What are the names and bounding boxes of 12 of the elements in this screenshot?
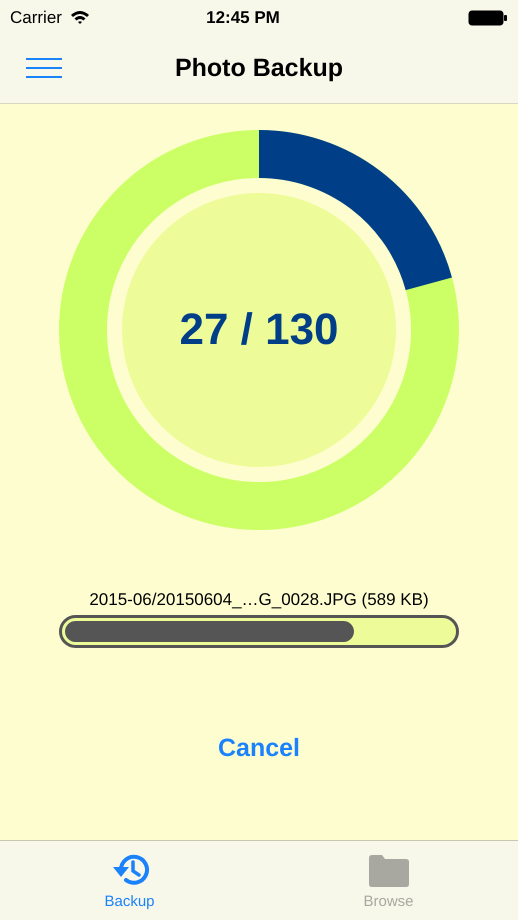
backup-count: 27 / 130 bbox=[179, 304, 339, 356]
cancel-button[interactable]: Cancel bbox=[218, 730, 300, 767]
folder-icon bbox=[368, 853, 410, 887]
screen-title: Photo Backup bbox=[174, 53, 344, 84]
file-name: 2015-06/20150604_…G_0028.JPG (589 KB) bbox=[89, 589, 429, 611]
tab-item[interactable]: Backup bbox=[0, 841, 259, 920]
battery-icon bbox=[468, 10, 508, 26]
tab-item[interactable]: Browse bbox=[259, 841, 518, 920]
clock-time: 12:45 PM bbox=[205, 6, 281, 29]
carrier-label: Carrier bbox=[10, 6, 62, 29]
menu-button[interactable] bbox=[26, 55, 62, 81]
wifi-icon bbox=[70, 10, 90, 25]
